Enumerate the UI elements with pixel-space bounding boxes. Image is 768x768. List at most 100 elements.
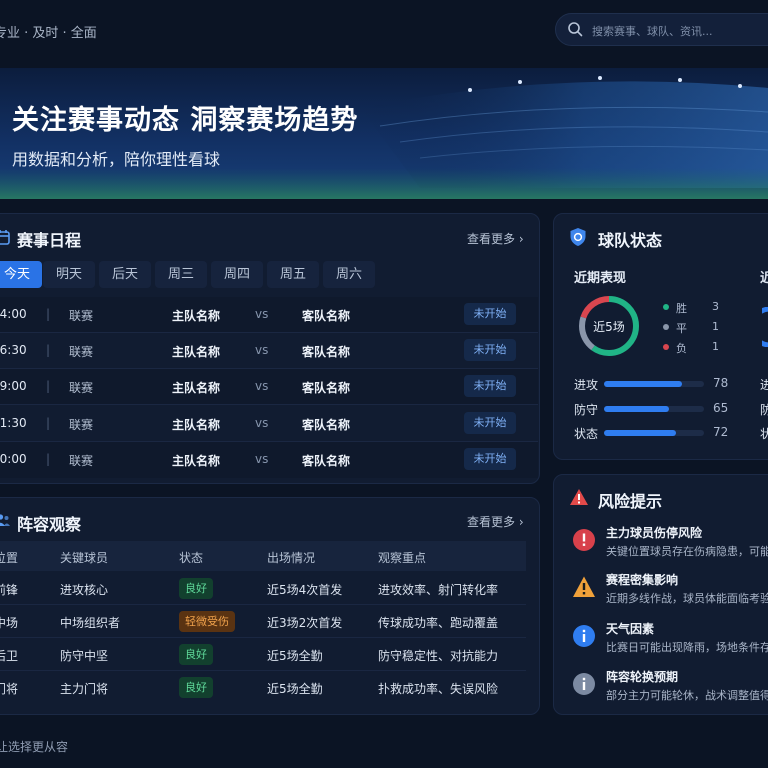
match-time: 21:30 <box>0 416 27 430</box>
second-donut-cut <box>762 307 768 347</box>
schedule-row[interactable]: 21:30 | 联赛 主队名称 vs 客队名称 未开始 <box>0 406 538 442</box>
risk-item-rotation[interactable]: 阵容轮换预期 部分主力可能轮休，战术调整值得关 <box>572 668 768 708</box>
key-player: 防守中坚 <box>60 649 109 663</box>
status-badge: 良好 <box>179 578 213 599</box>
risk-item-weather[interactable]: 天气因素 比赛日可能出现降雨，场地条件存在 <box>572 620 768 660</box>
metric-track <box>604 406 704 412</box>
metric-label: 状态 <box>574 427 599 441</box>
divider: | <box>46 343 51 357</box>
metric-track <box>604 381 704 387</box>
search-box[interactable]: 搜索赛事、球队、资讯... <box>555 13 768 46</box>
home-team: 主队名称 <box>172 345 221 359</box>
key-player: 进攻核心 <box>60 583 109 597</box>
warning-icon <box>570 489 588 505</box>
position: 门将 <box>0 682 19 696</box>
appearance: 近5场全勤 <box>267 649 323 663</box>
table-row[interactable]: 门将 主力门将 良好 近5场全勤 扑救成功率、失误风险 <box>0 671 526 704</box>
divider: | <box>46 307 51 321</box>
match-time: 00:00 <box>0 452 27 466</box>
metric-track <box>604 430 704 436</box>
divider: | <box>46 416 51 430</box>
second-metric-label-cut: 状 <box>760 427 768 441</box>
position: 后卫 <box>0 649 19 663</box>
schedule-row[interactable]: 16:30 | 联赛 主队名称 vs 客队名称 未开始 <box>0 333 538 369</box>
schedule-row[interactable]: 14:00 | 联赛 主队名称 vs 客队名称 未开始 <box>0 297 538 333</box>
tab-wednesday[interactable]: 周三 <box>155 261 207 288</box>
focus: 扑救成功率、失误风险 <box>378 682 499 696</box>
schedule-title: 赛事日程 <box>17 231 82 250</box>
tab-tomorrow[interactable]: 明天 <box>43 261 95 288</box>
risk-item-desc: 比赛日可能出现降雨，场地条件存在 <box>606 641 768 654</box>
table-row[interactable]: 中场 中场组织者 轻微受伤 近3场2次首发 传球成功率、跑动覆盖 <box>0 605 526 638</box>
recent-performance-label: 近期表现 <box>574 271 627 286</box>
status-badge: 轻微受伤 <box>179 611 235 632</box>
key-player: 主力门将 <box>60 682 109 696</box>
focus: 进攻效率、射门转化率 <box>378 583 499 597</box>
table-row[interactable]: 后卫 防守中坚 良好 近5场全勤 防守稳定性、对抗能力 <box>0 638 526 671</box>
lineup-title: 阵容观察 <box>17 515 82 534</box>
risk-item-title: 阵容轮换预期 <box>606 670 679 684</box>
search-input[interactable]: 搜索赛事、球队、资讯... <box>592 23 713 39</box>
second-team-label-cut: 近 <box>760 271 768 286</box>
legend-label: 平 <box>676 322 687 335</box>
match-league: 联赛 <box>69 418 94 432</box>
chevron-right-icon: › <box>518 232 524 246</box>
legend-label: 胜 <box>676 302 687 315</box>
second-metric-label-cut: 防 <box>760 403 768 417</box>
lineup-more-link[interactable]: 查看更多 › <box>467 513 524 530</box>
focus: 传球成功率、跑动覆盖 <box>378 616 499 630</box>
vs-label: vs <box>255 307 269 321</box>
schedule-row[interactable]: 19:00 | 联赛 主队名称 vs 客队名称 未开始 <box>0 369 538 405</box>
legend-value: 1 <box>712 320 719 333</box>
exclamation-icon <box>573 529 595 551</box>
key-player: 中场组织者 <box>60 616 121 630</box>
schedule-row[interactable]: 00:00 | 联赛 主队名称 vs 客队名称 未开始 <box>0 442 538 478</box>
metric-bar <box>604 381 682 387</box>
col-key-player: 关键球员 <box>60 551 109 565</box>
risk-title: 风险提示 <box>598 492 663 511</box>
home-team: 主队名称 <box>172 418 221 432</box>
match-status-badge: 未开始 <box>464 339 516 361</box>
match-status-badge: 未开始 <box>464 375 516 397</box>
away-team: 客队名称 <box>302 454 351 468</box>
match-status-badge: 未开始 <box>464 303 516 325</box>
home-team: 主队名称 <box>172 381 221 395</box>
calendar-icon <box>0 230 10 245</box>
metric-value: 72 <box>713 425 729 439</box>
risk-item-injury[interactable]: 主力球员伤停风险 关键位置球员存在伤病隐患，可能影 <box>572 524 768 564</box>
metric-form: 状态 72 <box>574 425 734 441</box>
warning-icon <box>573 576 595 597</box>
legend-dot <box>663 324 669 330</box>
lineup-table-header: 位置 关键球员 状态 出场情况 观察重点 <box>0 541 526 571</box>
match-time: 16:30 <box>0 343 27 357</box>
people-icon <box>0 514 10 526</box>
schedule-more-link[interactable]: 查看更多 › <box>467 230 524 247</box>
risk-item-title: 主力球员伤停风险 <box>606 526 703 540</box>
match-league: 联赛 <box>69 345 94 359</box>
col-focus: 观察重点 <box>378 551 427 565</box>
hero-subtitle: 用数据和分析，陪你理性看球 <box>12 150 221 169</box>
table-row[interactable]: 前锋 进攻核心 良好 近5场4次首发 进攻效率、射门转化率 <box>0 572 526 605</box>
team-status-title: 球队状态 <box>598 231 663 250</box>
away-team: 客队名称 <box>302 309 351 323</box>
home-team: 主队名称 <box>172 454 221 468</box>
schedule-more-label[interactable]: 查看更多 <box>467 232 515 246</box>
risk-item-schedule[interactable]: 赛程密集影响 近期多线作战，球员体能面临考验， <box>572 571 768 611</box>
status-badge: 良好 <box>179 644 213 665</box>
legend-dot <box>663 304 669 310</box>
vs-label: vs <box>255 452 269 466</box>
tab-friday[interactable]: 周五 <box>267 261 319 288</box>
tab-thursday[interactable]: 周四 <box>211 261 263 288</box>
away-team: 客队名称 <box>302 418 351 432</box>
hero-title: 关注赛事动态 洞察赛场趋势 <box>12 105 359 136</box>
match-league: 联赛 <box>69 381 94 395</box>
tab-today[interactable]: 今天 <box>0 261 42 288</box>
tab-saturday[interactable]: 周六 <box>323 261 375 288</box>
vs-label: vs <box>255 416 269 430</box>
col-position: 位置 <box>0 551 19 565</box>
lineup-more-label[interactable]: 查看更多 <box>467 515 515 529</box>
focus: 防守稳定性、对抗能力 <box>378 649 499 663</box>
vs-label: vs <box>255 379 269 393</box>
tab-day-after[interactable]: 后天 <box>99 261 151 288</box>
status-badge: 良好 <box>179 677 213 698</box>
